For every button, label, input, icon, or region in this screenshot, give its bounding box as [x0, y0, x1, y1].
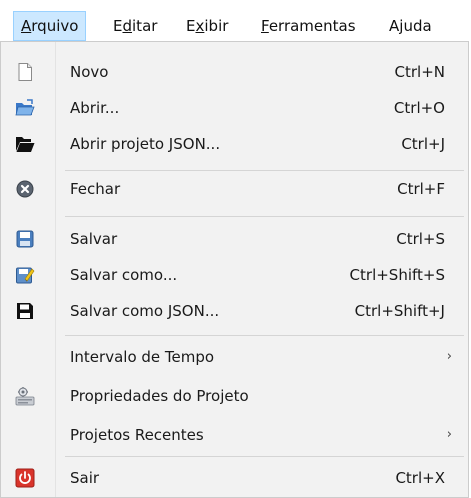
menu-editar-suffix: itar	[132, 17, 158, 35]
menu-separator	[65, 456, 464, 457]
menu-item-salvar-como-json[interactable]: Salvar como JSON... Ctrl+Shift+J	[3, 293, 466, 329]
menu-exibir[interactable]: Exibir	[179, 11, 235, 41]
submenu-arrow-icon: ›	[446, 349, 452, 364]
menu-item-intervalo-de-tempo[interactable]: Intervalo de Tempo ›	[3, 339, 466, 375]
menu-editar[interactable]: Editar	[106, 11, 164, 41]
menu-item-fechar[interactable]: Fechar Ctrl+F	[3, 171, 466, 207]
menu-item-label: Abrir projeto JSON...	[70, 135, 221, 153]
open-folder-icon	[15, 98, 35, 118]
menu-arquivo[interactable]: Arquivo	[13, 11, 87, 41]
menu-item-abrir-projeto-json[interactable]: Abrir projeto JSON... Ctrl+J	[3, 126, 466, 162]
menu-separator	[65, 216, 464, 217]
menu-ferramentas-mnemonic: F	[261, 17, 269, 35]
menu-item-shortcut: Ctrl+Shift+J	[354, 302, 445, 320]
project-properties-icon	[15, 386, 35, 406]
menu-ferramentas-suffix: erramentas	[268, 17, 356, 35]
save-json-icon	[15, 301, 35, 321]
menu-item-label: Sair	[70, 469, 100, 487]
menu-separator	[65, 335, 464, 336]
menu-arquivo-suffix: rquivo	[31, 17, 79, 35]
arquivo-dropdown-menu: Novo Ctrl+N Abrir... Ctrl+O Abrir projet…	[0, 41, 469, 498]
menu-item-shortcut: Ctrl+O	[393, 99, 445, 117]
menu-item-label: Salvar como JSON...	[70, 302, 220, 320]
menu-item-label: Intervalo de Tempo	[70, 348, 215, 366]
menu-item-sair[interactable]: Sair Ctrl+X	[3, 460, 466, 496]
menu-exibir-suffix: ibir	[204, 17, 229, 35]
menu-item-salvar-como[interactable]: Salvar como... Ctrl+Shift+S	[3, 257, 466, 293]
menu-item-label: Salvar como...	[70, 266, 178, 284]
menu-item-shortcut: Ctrl+J	[401, 135, 445, 153]
menu-item-shortcut: Ctrl+Shift+S	[349, 266, 445, 284]
menu-item-salvar[interactable]: Salvar Ctrl+S	[3, 221, 466, 257]
menu-bar: Arquivo Editar Exibir Ferramentas Ajuda	[0, 0, 471, 44]
menu-ajuda[interactable]: Ajuda	[382, 11, 439, 41]
save-as-icon	[15, 265, 35, 285]
close-circle-icon	[15, 179, 35, 199]
menu-item-label: Propriedades do Projeto	[70, 387, 249, 405]
menu-ajuda-suffix: uda	[403, 17, 432, 35]
menu-item-label: Abrir...	[70, 99, 120, 117]
menu-ajuda-prefix: A	[389, 17, 400, 35]
menu-ferramentas[interactable]: Ferramentas	[254, 11, 363, 41]
menu-item-label: Novo	[70, 63, 109, 81]
menu-item-abrir[interactable]: Abrir... Ctrl+O	[3, 90, 466, 126]
menu-arquivo-mnemonic: A	[21, 17, 32, 35]
open-json-folder-icon	[15, 134, 35, 154]
menu-item-novo[interactable]: Novo Ctrl+N	[3, 54, 466, 90]
menu-item-shortcut: Ctrl+X	[395, 469, 445, 487]
menu-item-projetos-recentes[interactable]: Projetos Recentes ›	[3, 417, 466, 453]
menu-item-label: Projetos Recentes	[70, 426, 204, 444]
menu-item-shortcut: Ctrl+F	[397, 180, 445, 198]
menu-item-propriedades-do-projeto[interactable]: Propriedades do Projeto	[3, 378, 466, 414]
save-disk-icon	[15, 229, 35, 249]
new-file-icon	[15, 62, 35, 82]
menu-item-label: Salvar	[70, 230, 118, 248]
menu-editar-mnemonic: d	[122, 17, 133, 35]
power-off-icon	[15, 468, 35, 488]
submenu-arrow-icon: ›	[446, 427, 452, 442]
menu-item-label: Fechar	[70, 180, 121, 198]
menu-item-shortcut: Ctrl+S	[396, 230, 445, 248]
menu-item-shortcut: Ctrl+N	[394, 63, 445, 81]
